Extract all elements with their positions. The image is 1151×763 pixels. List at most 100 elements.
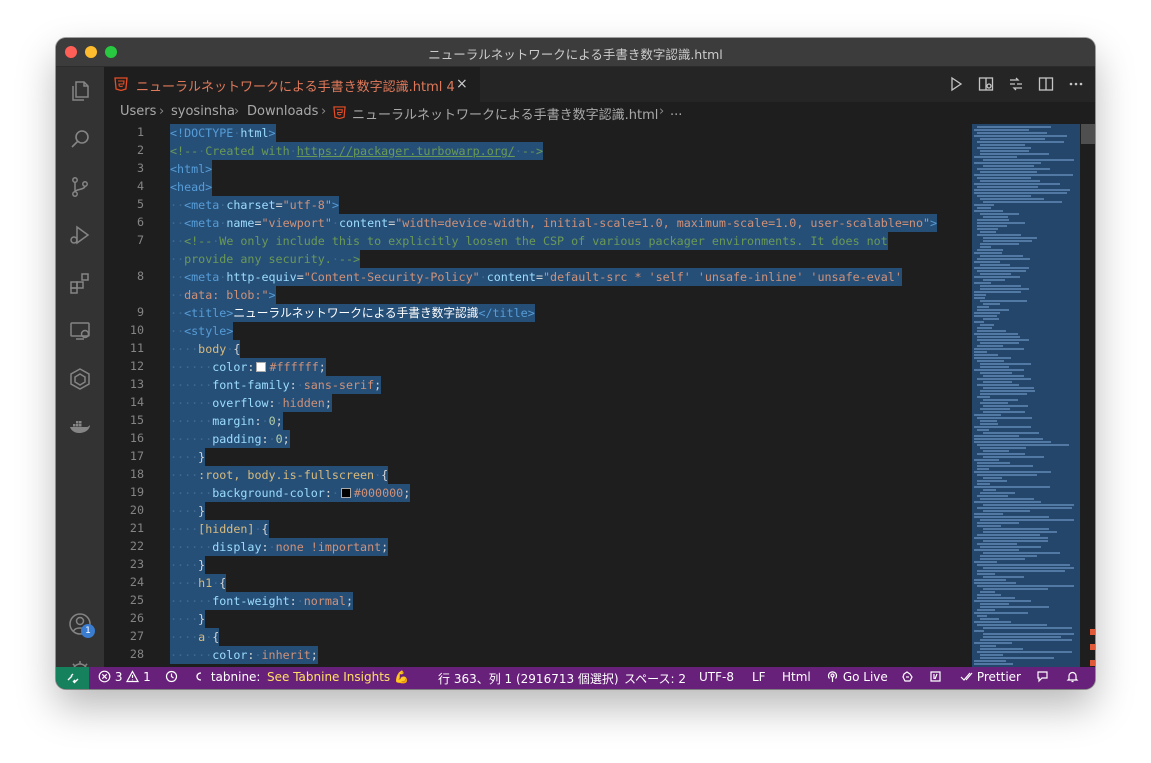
minimap-line bbox=[977, 480, 1008, 482]
minimap-line bbox=[977, 249, 1004, 251]
cube-icon[interactable] bbox=[68, 367, 92, 391]
title-bar: ニューラルネットワークによる手書き数字認識.html bbox=[56, 38, 1095, 67]
vertical-scrollbar[interactable] bbox=[1081, 124, 1095, 667]
minimap-line bbox=[983, 375, 1024, 377]
line-number: 5 bbox=[136, 197, 144, 211]
code-line: 21 ····[hidden]·{ bbox=[104, 520, 970, 538]
minimap-line bbox=[974, 426, 1032, 428]
language-mode[interactable]: Html bbox=[782, 670, 811, 684]
code-editor[interactable]: 1 <!DOCTYPE·html> 2 <!--·Created with·ht… bbox=[104, 124, 970, 667]
minimap-line bbox=[980, 498, 1035, 500]
breadcrumb-symbols[interactable]: ... bbox=[670, 104, 682, 119]
extensions-icon[interactable] bbox=[68, 271, 92, 295]
tabnine-status[interactable]: tabnine: bbox=[194, 670, 260, 684]
color-swatch[interactable] bbox=[340, 488, 351, 498]
scrollbar-thumb[interactable] bbox=[1081, 124, 1095, 144]
code-text: ····h1·{ bbox=[170, 574, 227, 592]
minimap-line bbox=[980, 342, 1019, 344]
eol-setting[interactable]: LF bbox=[752, 670, 766, 684]
more-actions-icon[interactable] bbox=[1067, 75, 1085, 93]
problems-indicator[interactable]: 3 1 bbox=[98, 670, 151, 684]
minimap-line bbox=[977, 378, 1031, 380]
code-text: <!--·Created with·https://packager.turbo… bbox=[170, 142, 544, 160]
encoding-setting[interactable]: UTF-8 bbox=[699, 670, 734, 684]
javascript-debug-icon[interactable] bbox=[929, 670, 942, 684]
cursor-position[interactable]: 行 363、列 1 (2916713 個選択) bbox=[438, 670, 619, 687]
color-swatch[interactable] bbox=[256, 362, 267, 372]
minimap-line bbox=[980, 372, 1013, 374]
minimap-line bbox=[974, 435, 1019, 437]
breadcrumb-file[interactable]: ニューラルネットワークによる手書き数字認識.html bbox=[352, 104, 658, 123]
minimap-line bbox=[974, 261, 1001, 263]
history-icon[interactable] bbox=[165, 670, 178, 684]
prettier-status[interactable]: Prettier bbox=[960, 670, 1021, 684]
chevron-right-icon: › bbox=[321, 104, 327, 119]
docker-icon[interactable] bbox=[68, 415, 92, 439]
explorer-icon[interactable] bbox=[68, 79, 92, 103]
line-number: 25 bbox=[129, 593, 144, 607]
compare-changes-icon[interactable] bbox=[1007, 75, 1025, 93]
code-line: 24 ····h1·{ bbox=[104, 574, 970, 592]
source-control-icon[interactable] bbox=[68, 175, 92, 199]
tab-html-file[interactable]: ニューラルネットワークによる手書き数字認識.html 4 × bbox=[104, 67, 481, 102]
code-text: ······font-weight:·normal; bbox=[170, 592, 354, 610]
minimap-line bbox=[977, 483, 990, 485]
code-text: ······color: #ffffff; bbox=[170, 358, 326, 376]
open-preview-icon[interactable] bbox=[977, 75, 995, 93]
minimap-line bbox=[983, 318, 1000, 320]
code-line: 11 ····body·{ bbox=[104, 340, 970, 358]
minimap-line bbox=[983, 450, 1010, 452]
run-file-icon[interactable] bbox=[947, 75, 965, 93]
run-debug-icon[interactable] bbox=[68, 223, 92, 247]
remote-explorer-icon[interactable] bbox=[68, 319, 92, 343]
minimap-line bbox=[977, 417, 1032, 419]
minimap-line bbox=[977, 453, 1025, 455]
minimap-line bbox=[974, 282, 991, 284]
notifications-bell-icon[interactable] bbox=[1066, 670, 1079, 684]
minimap-line bbox=[974, 660, 1007, 662]
minimap-line bbox=[983, 387, 1035, 389]
minimap-line bbox=[977, 195, 1032, 197]
remote-indicator[interactable] bbox=[56, 667, 89, 689]
status-bar: 3 1 tabnine: See Tabnine Insights 💪 行 36… bbox=[56, 667, 1095, 689]
tabnine-insights-link[interactable]: See Tabnine Insights 💪 bbox=[267, 670, 409, 684]
minimap-line bbox=[980, 264, 1010, 266]
minimap-line bbox=[974, 204, 995, 206]
indentation-setting[interactable]: スペース: 2 bbox=[624, 670, 686, 687]
minimap-line bbox=[977, 651, 1073, 653]
feedback-icon[interactable] bbox=[1036, 670, 1049, 684]
html5-icon bbox=[333, 106, 346, 119]
tab-close-icon[interactable]: × bbox=[456, 76, 468, 92]
minimap-line bbox=[980, 603, 1010, 605]
code-line: 5 ··<meta·charset="utf-8"> bbox=[104, 196, 970, 214]
minimap-line bbox=[980, 171, 1037, 173]
go-live-button[interactable]: Go Live bbox=[826, 670, 888, 684]
minimap[interactable] bbox=[970, 124, 1081, 667]
code-line: 2 <!--·Created with·https://packager.tur… bbox=[104, 142, 970, 160]
search-icon[interactable] bbox=[68, 127, 92, 151]
breadcrumb-users[interactable]: Users bbox=[120, 104, 156, 119]
copilot-icon[interactable] bbox=[901, 670, 914, 684]
code-line: 17 ····} bbox=[104, 448, 970, 466]
code-text: ··<meta·http-equiv="Content-Security-Pol… bbox=[170, 268, 902, 286]
minimap-line bbox=[974, 312, 1000, 314]
breadcrumb-syosinsha[interactable]: syosinsha bbox=[171, 104, 235, 119]
minimap-line bbox=[980, 150, 1030, 152]
code-text: ······font-family:·sans-serif; bbox=[170, 376, 382, 394]
line-number: 24 bbox=[129, 575, 144, 589]
minimap-line bbox=[983, 510, 1031, 512]
code-text: ··<!--·We only include this to explicitl… bbox=[170, 232, 888, 250]
breadcrumb-downloads[interactable]: Downloads bbox=[247, 104, 318, 119]
minimap-line bbox=[974, 414, 1001, 416]
minimap-line bbox=[980, 366, 1009, 368]
minimap-line bbox=[977, 615, 988, 617]
minimap-line bbox=[983, 633, 1074, 635]
split-editor-icon[interactable] bbox=[1037, 75, 1055, 93]
minimap-line bbox=[983, 567, 1074, 569]
minimap-line bbox=[974, 294, 986, 296]
minimap-line bbox=[974, 630, 985, 632]
minimap-line bbox=[974, 663, 1014, 665]
minimap-line bbox=[974, 267, 1029, 269]
code-text: <!DOCTYPE·html> bbox=[170, 124, 276, 142]
minimap-line bbox=[977, 495, 1008, 497]
